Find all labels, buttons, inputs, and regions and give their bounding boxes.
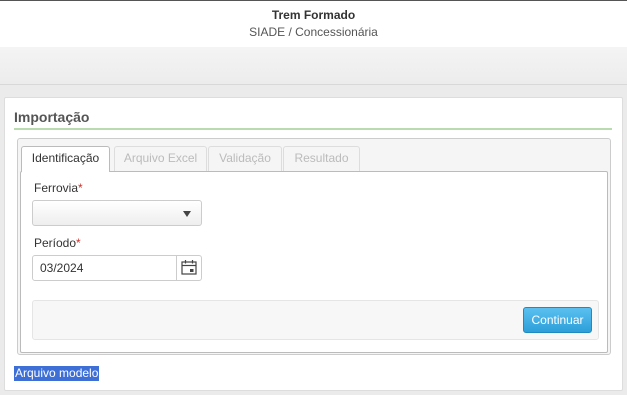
import-wizard: Identificação Arquivo Excel Validação Re… xyxy=(17,138,611,355)
page-title: Trem Formado xyxy=(271,8,356,22)
required-indicator: * xyxy=(76,236,81,250)
import-panel: Importação Identificação Arquivo Excel V… xyxy=(4,97,623,391)
periodo-label: Período* xyxy=(34,236,81,250)
ferrovia-label: Ferrovia* xyxy=(34,181,83,195)
tab-validacao[interactable]: Validação xyxy=(208,146,282,171)
arquivo-modelo-link[interactable]: Arquivo modelo xyxy=(14,366,100,381)
tab-arquivo-excel[interactable]: Arquivo Excel xyxy=(114,146,207,171)
periodo-input[interactable] xyxy=(32,255,177,281)
ferrovia-select[interactable] xyxy=(32,200,202,226)
panel-title: Importação xyxy=(14,109,90,125)
chevron-down-icon xyxy=(183,211,191,217)
form-actions: Continuar xyxy=(32,300,599,340)
tab-content-identificacao: Ferrovia* Período* Continuar xyxy=(20,171,608,353)
periodo-label-text: Período xyxy=(34,236,77,250)
app-header: Trem Formado SIADE / Concessionária xyxy=(0,1,627,47)
breadcrumb: SIADE / Concessionária xyxy=(249,25,378,39)
tab-identificacao[interactable]: Identificação xyxy=(21,146,110,172)
required-indicator: * xyxy=(78,181,83,195)
continue-button[interactable]: Continuar xyxy=(523,307,592,333)
calendar-button[interactable] xyxy=(176,255,202,281)
ferrovia-label-text: Ferrovia xyxy=(34,181,79,195)
section-divider xyxy=(14,128,612,130)
tab-resultado[interactable]: Resultado xyxy=(283,146,360,171)
toolbar xyxy=(0,47,627,85)
calendar-icon xyxy=(181,260,197,275)
